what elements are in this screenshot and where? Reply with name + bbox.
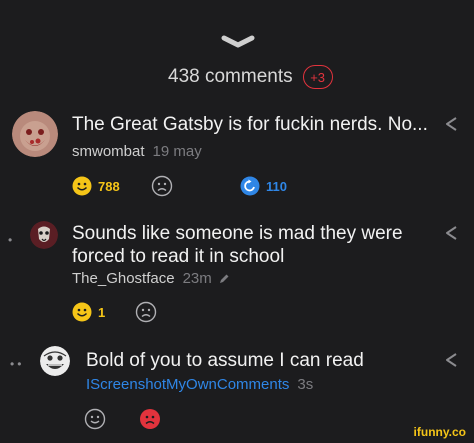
smile-icon bbox=[72, 176, 92, 196]
comment-text-line: forced to read it in school bbox=[72, 246, 285, 267]
smile-button[interactable]: 788 bbox=[72, 176, 120, 196]
username[interactable]: IScreenshotMyOwnComments bbox=[86, 376, 289, 393]
unsmile-icon[interactable] bbox=[151, 175, 173, 197]
thread-indent-dots: •• bbox=[10, 357, 25, 371]
avatar[interactable] bbox=[40, 346, 70, 376]
collapse-chevron-icon[interactable] bbox=[218, 34, 258, 50]
unsmile-icon[interactable] bbox=[135, 301, 157, 323]
share-icon[interactable] bbox=[443, 116, 459, 132]
comments-header: 438 comments +3 bbox=[168, 64, 333, 90]
timestamp: 3s bbox=[297, 376, 314, 393]
comments-count-label: 438 comments bbox=[168, 66, 293, 87]
thread-indent-dots: • bbox=[8, 233, 16, 247]
republish-icon bbox=[240, 176, 260, 196]
username[interactable]: The_Ghostface bbox=[72, 270, 175, 287]
republish-count: 110 bbox=[266, 178, 287, 194]
new-comments-badge[interactable]: +3 bbox=[302, 65, 333, 89]
unsmile-icon[interactable] bbox=[139, 408, 161, 430]
smile-count: 788 bbox=[98, 178, 120, 194]
comment-text: The Great Gatsby is for fuckin nerds. No… bbox=[72, 114, 428, 135]
share-icon[interactable] bbox=[443, 225, 459, 241]
comment-text: Sounds like someone is mad they were for… bbox=[72, 222, 403, 268]
smile-button[interactable]: 1 bbox=[72, 302, 105, 322]
comment-meta: IScreenshotMyOwnComments 3s bbox=[86, 376, 313, 393]
comment-text: Bold of you to assume I can read bbox=[86, 350, 364, 371]
smile-icon bbox=[72, 302, 92, 322]
republish-button[interactable]: 110 bbox=[240, 176, 287, 196]
username[interactable]: smwombat bbox=[72, 143, 145, 160]
comment-text-line: Sounds like someone is mad they were bbox=[72, 223, 403, 244]
smile-icon[interactable] bbox=[84, 408, 106, 430]
timestamp: 23m bbox=[182, 270, 212, 287]
timestamp: 19 may bbox=[152, 143, 202, 160]
watermark: ifunny.co bbox=[413, 425, 466, 439]
share-icon[interactable] bbox=[443, 352, 459, 368]
comment-meta: The_Ghostface 23m bbox=[72, 270, 230, 287]
avatar[interactable] bbox=[30, 221, 58, 249]
edited-pencil-icon bbox=[219, 274, 229, 283]
smile-count: 1 bbox=[98, 304, 106, 320]
avatar[interactable] bbox=[12, 111, 58, 157]
comment-meta: smwombat 19 may bbox=[72, 143, 202, 160]
